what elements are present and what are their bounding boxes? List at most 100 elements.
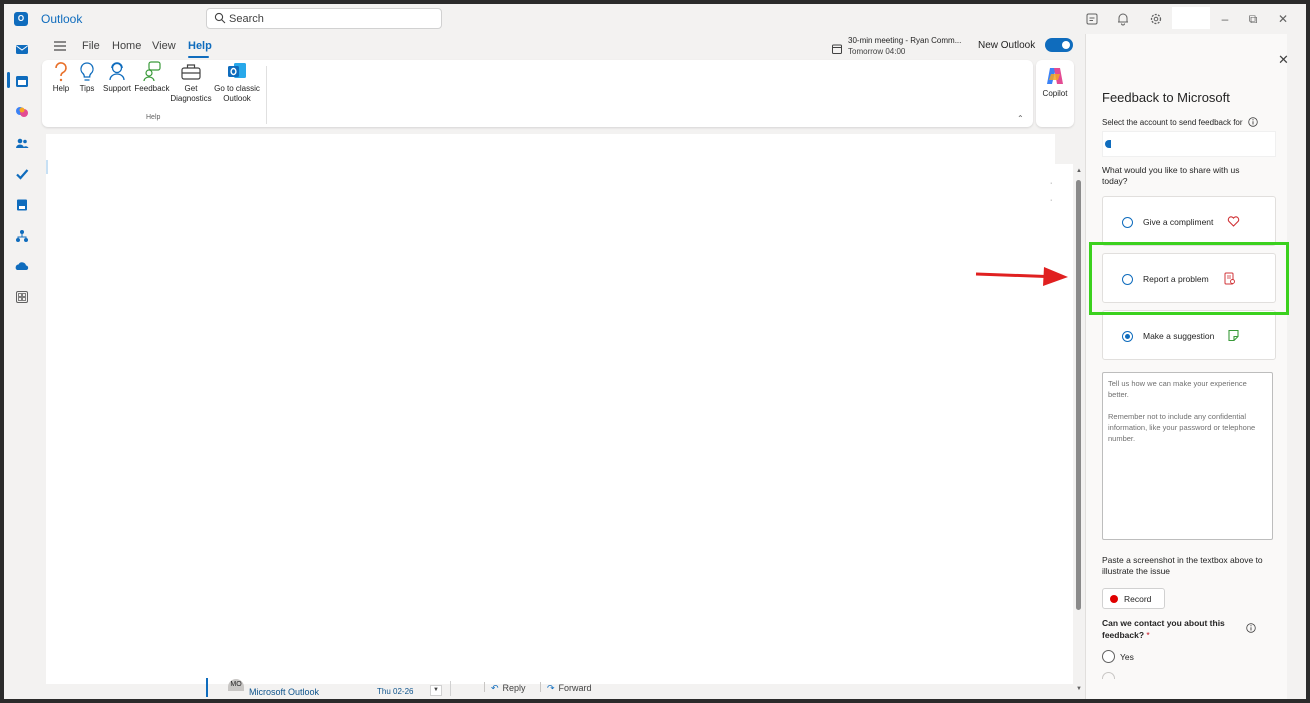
selected-mail-bar — [206, 678, 208, 697]
record-icon — [1110, 595, 1118, 603]
option-make-suggestion[interactable]: Make a suggestion — [1102, 310, 1276, 360]
required-mark: * — [1146, 630, 1150, 640]
contact-no-radio[interactable] — [1102, 672, 1115, 679]
new-outlook-toggle[interactable] — [1045, 38, 1073, 52]
panel-edge — [1287, 34, 1306, 699]
ribbon-group-label: Help — [146, 114, 161, 121]
paste-screenshot-hint: Paste a screenshot in the textbox above … — [1102, 555, 1263, 576]
mail-date: Thu 02-26 — [377, 687, 414, 696]
my-day-icon[interactable] — [1084, 11, 1100, 27]
upcoming-meeting-time: Tomorrow 04:00 — [848, 47, 906, 56]
account-select[interactable] — [1102, 131, 1276, 157]
ribbon-help: Help Tips Support Feedback Get Diagnosti… — [42, 60, 1033, 127]
minimize-icon[interactable]: – — [1216, 10, 1234, 28]
chevron-down-icon[interactable]: ▼ — [430, 685, 442, 696]
share-question: What would you like to share with us tod… — [1102, 165, 1240, 186]
reply-button[interactable]: ↶ Reply — [484, 682, 526, 694]
account-label: Select the account to send feedback for — [1102, 118, 1243, 127]
app-rail — [4, 34, 40, 699]
tab-help[interactable]: Help — [188, 40, 212, 52]
suggestion-icon — [1228, 329, 1239, 342]
mail-sender[interactable]: Microsoft Outlook — [249, 687, 319, 697]
outlook-icon — [228, 63, 246, 78]
red-arrow-icon — [975, 267, 1068, 286]
account-avatar[interactable] — [1172, 7, 1210, 29]
tab-active-underline — [188, 56, 209, 58]
mail-icon[interactable] — [15, 42, 29, 56]
scroll-up-icon[interactable]: ▲ — [1076, 168, 1082, 174]
sender-avatar: MO — [228, 679, 244, 691]
person-support-icon — [109, 62, 125, 81]
close-panel-icon[interactable]: ✕ — [1278, 52, 1289, 68]
copilot-rail-icon[interactable] — [15, 105, 29, 119]
record-label: Record — [1124, 594, 1152, 604]
info-icon[interactable] — [1248, 117, 1258, 127]
record-button[interactable]: Record — [1102, 588, 1165, 609]
suggestion-radio[interactable] — [1122, 331, 1133, 342]
tab-view[interactable]: View — [152, 40, 176, 52]
onedrive-icon[interactable] — [15, 260, 29, 274]
collapse-ribbon-icon[interactable]: ⌃ — [1017, 114, 1024, 123]
copilot-label: Copilot — [1042, 89, 1068, 98]
upcoming-meeting-title[interactable]: 30-min meeting - Ryan Comm... — [848, 36, 961, 45]
action-divider — [484, 682, 485, 692]
feedback-icon — [143, 61, 161, 82]
suggestion-label: Make a suggestion — [1143, 331, 1215, 341]
calendar-small-icon — [832, 44, 842, 54]
support-button[interactable]: Support — [100, 60, 134, 94]
restore-icon[interactable]: ⧉ — [1244, 10, 1262, 28]
ribbon-group-separator — [266, 66, 267, 124]
ribbon-label-tips: Tips — [79, 84, 95, 93]
tab-home[interactable]: Home — [112, 40, 141, 52]
compliment-radio[interactable] — [1122, 217, 1133, 228]
ribbon-label-help: Help — [52, 84, 70, 93]
contact-info-icon[interactable] — [1246, 623, 1256, 633]
notes-icon[interactable] — [15, 198, 29, 212]
account-color-dot — [1105, 140, 1111, 148]
reply-label: Reply — [502, 683, 526, 693]
close-window-icon[interactable]: ✕ — [1274, 10, 1292, 28]
help-button[interactable]: Help — [48, 60, 74, 94]
search-box[interactable] — [206, 8, 442, 29]
lightbulb-icon — [80, 62, 94, 81]
people-icon[interactable] — [15, 136, 29, 150]
highlight-box — [1089, 242, 1289, 315]
get-diagnostics-button[interactable]: Get Diagnostics — [170, 60, 212, 104]
contact-yes-radio[interactable] — [1102, 650, 1115, 663]
forward-label: Forward — [558, 683, 592, 693]
tips-button[interactable]: Tips — [74, 60, 100, 94]
question-icon — [55, 62, 67, 82]
search-icon — [214, 12, 226, 24]
org-explorer-icon[interactable] — [15, 229, 29, 243]
tab-file[interactable]: File — [82, 40, 100, 52]
copilot-button[interactable]: Copilot — [1036, 60, 1074, 127]
marker-dot: · — [1050, 197, 1053, 204]
calendar-icon[interactable] — [15, 74, 29, 88]
scrollbar-thumb[interactable] — [1076, 180, 1081, 610]
bell-icon[interactable] — [1115, 11, 1131, 27]
option-give-compliment[interactable]: Give a compliment — [1102, 196, 1276, 246]
gear-icon[interactable] — [1148, 11, 1164, 27]
todo-check-icon[interactable] — [15, 167, 29, 181]
scroll-down-icon[interactable]: ▼ — [1076, 686, 1082, 692]
toolbox-icon — [181, 64, 201, 80]
ribbon-label-go-to-classic-outlook: Go to classic Outlook — [214, 84, 260, 103]
ribbon-label-feedback: Feedback — [134, 84, 170, 93]
ribbon-label-support: Support — [102, 84, 132, 93]
marker-dot: · — [1050, 180, 1053, 187]
mail-divider — [450, 681, 451, 696]
feedback-title: Feedback to Microsoft — [1102, 90, 1230, 105]
hamburger-menu-icon[interactable] — [53, 40, 67, 52]
forward-icon: ↷ — [547, 683, 555, 693]
content-corner — [1055, 134, 1073, 164]
more-apps-icon[interactable] — [15, 290, 29, 304]
feedback-textarea[interactable] — [1102, 372, 1273, 540]
forward-button[interactable]: ↷ Forward — [540, 682, 592, 694]
contact-question-text: Can we contact you about this feedback? — [1102, 618, 1225, 640]
feedback-button[interactable]: Feedback — [134, 60, 170, 94]
reading-pane — [46, 134, 1073, 686]
focus-indicator — [46, 160, 48, 174]
go-to-classic-outlook-button[interactable]: Go to classic Outlook — [212, 60, 262, 104]
reply-icon: ↶ — [491, 683, 499, 693]
search-input[interactable] — [229, 11, 429, 26]
